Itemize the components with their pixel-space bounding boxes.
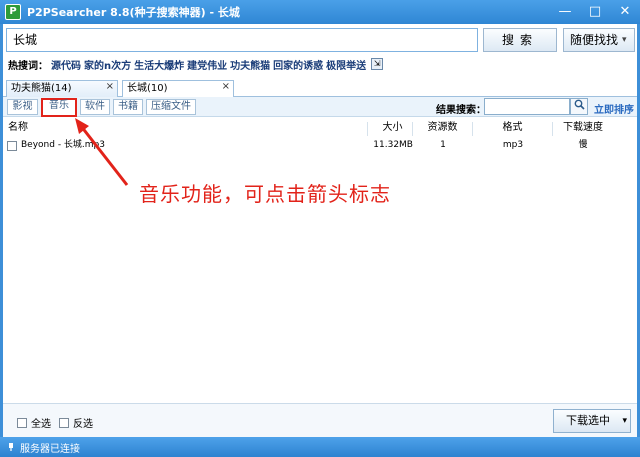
chevron-down-icon[interactable]: ▾ (622, 410, 627, 432)
main-panel: 长城 搜索 随便找找 ▾ 热搜词： 源代码 家的n次方 生活大爆炸 建党伟业 功… (3, 24, 637, 437)
select-all-label: 全选 (31, 419, 51, 430)
select-all-checkbox[interactable]: 全选 (17, 415, 51, 430)
footer-bar: 全选 反选 下载选中 ▾ (3, 403, 637, 437)
connection-status-text: 服务器已连接 (20, 443, 80, 455)
inverse-select-checkbox[interactable]: 反选 (59, 415, 93, 430)
download-selected-button[interactable]: 下载选中 ▾ (553, 409, 631, 433)
minimize-button[interactable]: — (556, 3, 574, 21)
app-logo-icon: P (5, 4, 21, 20)
title-bar: P P2PSearcher 8.8(种子搜索神器) - 长城 — □ ✕ (0, 0, 640, 24)
status-bar: 服务器已连接 (0, 437, 640, 457)
checkbox-icon (17, 417, 27, 428)
close-button[interactable]: ✕ (616, 3, 634, 21)
window-controls: — □ ✕ (556, 3, 634, 21)
plug-icon (9, 443, 13, 451)
checkbox-icon (59, 417, 69, 428)
download-label: 下载选中 (566, 414, 610, 427)
window-title: P2PSearcher 8.8(种子搜索神器) - 长城 (27, 6, 240, 19)
annotation-arrow (75, 118, 129, 186)
inverse-select-label: 反选 (73, 419, 93, 430)
maximize-button[interactable]: □ (586, 3, 604, 21)
annotation-text: 音乐功能，可点击箭头标志 (139, 182, 391, 206)
